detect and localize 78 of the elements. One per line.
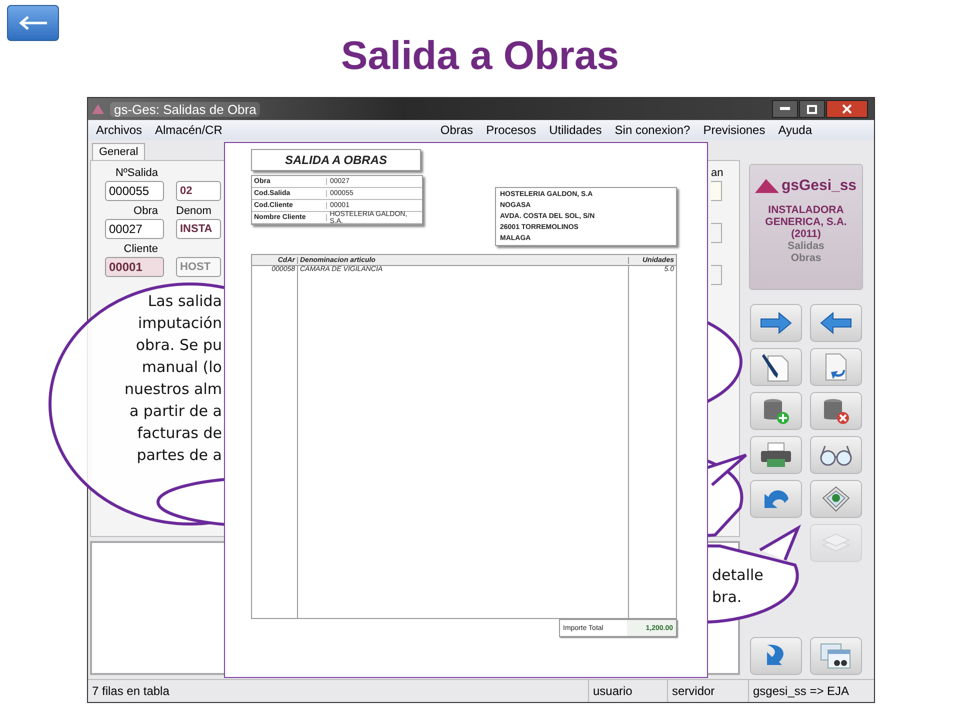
input-field[interactable] xyxy=(711,181,722,201)
input-field[interactable]: 00001 xyxy=(105,257,164,277)
database-add-icon xyxy=(762,397,790,425)
field-label: an xyxy=(711,167,724,181)
document-undo-icon xyxy=(823,352,849,382)
status-text: gsgesi_ss => EJA xyxy=(748,680,854,702)
maximize-button[interactable] xyxy=(799,100,825,118)
callout-text: imputación xyxy=(138,313,222,334)
menu-item[interactable]: Sin conexion? xyxy=(614,123,690,137)
tab[interactable]: General xyxy=(92,143,146,160)
close-icon xyxy=(842,104,852,114)
callout-text: partes de a xyxy=(136,445,222,466)
glasses-button[interactable] xyxy=(810,436,862,474)
module-name: Obras xyxy=(790,252,822,264)
callout-text: nuestros alm xyxy=(124,379,222,400)
input-field[interactable]: 00027 xyxy=(105,219,164,239)
module-name: Salidas xyxy=(788,240,824,252)
maximize-icon xyxy=(807,104,817,114)
input-field[interactable]: 02 xyxy=(176,181,221,201)
menu-item[interactable]: Archivos xyxy=(96,123,142,137)
field-label: Denom xyxy=(176,205,212,219)
callout-text: manual (lo xyxy=(142,357,222,378)
left-arrow-icon xyxy=(819,311,853,335)
triangle-logo-icon xyxy=(755,178,780,192)
menu-item[interactable]: Utilidades xyxy=(549,123,602,137)
document-title: SALIDA A OBRAS xyxy=(251,149,421,171)
company-name: (2011) xyxy=(791,228,821,240)
triangle-logo-icon xyxy=(92,104,104,114)
callout-text: Las salida xyxy=(148,291,222,312)
menu-item[interactable]: Previsiones xyxy=(703,123,766,137)
printer-icon xyxy=(760,442,792,468)
field-label: Cliente xyxy=(124,243,158,257)
input-field[interactable]: 000055 xyxy=(105,181,164,201)
callout-text: obra. Se pu xyxy=(136,335,222,356)
curved-arrow-icon xyxy=(764,488,788,510)
arrow-right-button[interactable] xyxy=(750,304,802,342)
left-arrow-icon xyxy=(18,16,48,30)
menu-item[interactable]: Ayuda xyxy=(778,123,812,137)
undo-button[interactable] xyxy=(750,480,802,518)
map-layers-icon xyxy=(821,485,851,513)
document-undo-button[interactable] xyxy=(810,348,862,386)
glasses-icon xyxy=(819,444,853,466)
right-arrow-icon xyxy=(759,311,793,335)
database-delete-icon xyxy=(822,397,850,425)
company-name: INSTALADORA xyxy=(768,204,844,216)
minimize-button[interactable] xyxy=(772,100,798,118)
input-field[interactable] xyxy=(711,223,722,243)
field-label: NºSalida xyxy=(115,167,158,181)
windows-binoculars-icon xyxy=(820,642,852,670)
close-button[interactable] xyxy=(826,100,868,118)
logo-name: gsGesi_ss xyxy=(781,177,857,194)
status-text: 7 filas en tabla xyxy=(91,683,170,700)
menu-item[interactable]: Almacén/CR xyxy=(155,123,222,137)
arrow-left-button[interactable] xyxy=(810,304,862,342)
back-button[interactable] xyxy=(7,5,59,41)
database-delete-button[interactable] xyxy=(810,392,862,430)
company-name: GENERICA, S.A. xyxy=(765,216,847,228)
callout-text: facturas de xyxy=(137,423,222,444)
map-layers-button[interactable] xyxy=(810,480,862,518)
status-text: servidor xyxy=(667,680,748,702)
status-text: usuario xyxy=(588,680,667,702)
return-button[interactable] xyxy=(750,637,802,675)
menu-item[interactable]: Procesos xyxy=(486,123,536,137)
window-title: gs-Ges: Salidas de Obra xyxy=(110,102,260,116)
minimize-icon xyxy=(780,107,790,111)
callout-text: bra. xyxy=(712,587,742,608)
pen-document-button[interactable] xyxy=(750,348,802,386)
callout-text: a partir de a xyxy=(129,401,222,422)
menu-item[interactable]: Obras xyxy=(440,123,474,137)
slide-title: Salida a Obras xyxy=(341,34,619,79)
printer-button[interactable] xyxy=(750,436,802,474)
windows-binoculars-button[interactable] xyxy=(810,637,862,675)
input-field[interactable] xyxy=(711,265,722,285)
input-field[interactable]: INSTA xyxy=(176,219,221,239)
field-label: Obra xyxy=(134,205,158,219)
callout-text: detalle xyxy=(712,565,764,586)
pen-document-icon xyxy=(762,352,790,382)
database-add-button[interactable] xyxy=(750,392,802,430)
